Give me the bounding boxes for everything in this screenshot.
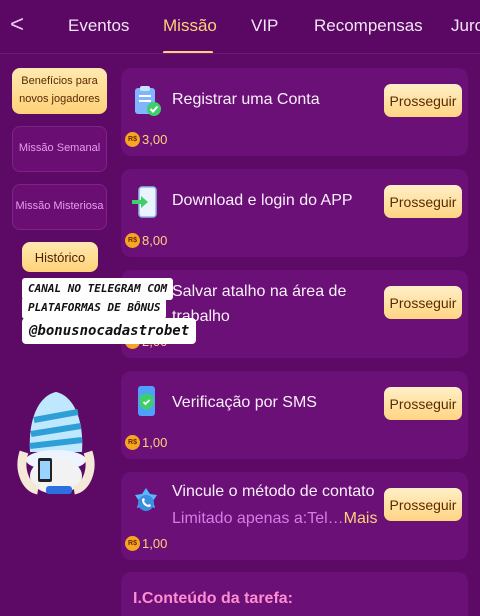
sidebar-item-mystery-mission[interactable]: Missão Misteriosa <box>12 184 107 230</box>
history-label: Histórico <box>34 249 86 265</box>
reward-amount: R$ 8,00 <box>125 233 167 248</box>
section-title: I.Conteúdo da tarefa: <box>133 590 294 607</box>
task-content-section: I.Conteúdo da tarefa: <box>121 572 468 616</box>
task-title: Registrar uma Conta <box>172 91 320 108</box>
tab-juros[interactable]: Juro <box>451 16 480 36</box>
task-title: Vincule o método de contato <box>172 483 375 500</box>
proceed-label: Prosseguir <box>389 92 457 109</box>
telegram-handle-sticker: @bonusnocadastrobet <box>22 318 197 344</box>
clipboard-check-icon <box>135 86 161 116</box>
reward-amount: R$ 1,00 <box>125 536 167 551</box>
proceed-label: Prosseguir <box>389 193 457 210</box>
phone-download-icon <box>132 186 157 218</box>
proceed-label: Prosseguir <box>389 395 457 412</box>
task-card-download: Download e login do APP Prosseguir R$ 8,… <box>121 169 468 257</box>
proceed-button[interactable]: Prosseguir <box>384 387 462 420</box>
sidebar-item-new-players[interactable]: Benefícios para novos jogadores <box>12 68 107 114</box>
tab-missao[interactable]: Missão <box>163 16 217 36</box>
reward-amount: R$ 3,00 <box>125 132 167 147</box>
task-title: Verificação por SMS <box>172 394 317 411</box>
reward-value: 1,00 <box>142 536 168 551</box>
proceed-button[interactable]: Prosseguir <box>384 185 462 218</box>
reward-value: 8,00 <box>142 233 168 248</box>
sidebar-item-label: Missão Semanal <box>18 142 101 155</box>
task-card-register: Registrar uma Conta Prosseguir R$ 3,00 <box>121 68 468 156</box>
reward-amount: R$ 1,00 <box>125 435 167 450</box>
coin-icon: R$ <box>125 233 140 248</box>
back-arrow-icon[interactable]: < <box>10 12 32 38</box>
task-card-contact: Vincule o método de contato Limitado ape… <box>121 472 468 560</box>
gnome-mascot-icon <box>17 392 95 495</box>
reward-value: 1,00 <box>142 435 168 450</box>
limit-text: Limitado apenas a:Tel… <box>172 510 344 527</box>
coin-icon: R$ <box>125 435 140 450</box>
contact-phone-icon <box>135 488 157 511</box>
shield-phone-icon <box>138 386 155 416</box>
reward-value: 3,00 <box>142 132 168 147</box>
proceed-button[interactable]: Prosseguir <box>384 488 462 521</box>
task-subtitle: Limitado apenas a:Tel…Mais <box>172 510 377 528</box>
task-card-sms: Verificação por SMS Prosseguir R$ 1,00 <box>121 371 468 459</box>
history-button[interactable]: Histórico <box>22 242 98 272</box>
sidebar-item-label: Missão Misteriosa <box>15 200 104 213</box>
task-card-shortcut: Salvar atalho na área de trabalho Prosse… <box>121 270 468 358</box>
task-title: Salvar atalho na área de trabalho <box>172 283 347 325</box>
active-tab-indicator <box>163 51 213 53</box>
proceed-button[interactable]: Prosseguir <box>384 286 462 319</box>
tab-recompensas[interactable]: Recompensas <box>314 16 423 36</box>
sidebar-item-weekly-mission[interactable]: Missão Semanal <box>12 126 107 172</box>
coin-icon: R$ <box>125 536 140 551</box>
top-nav-bar: < Eventos Missão VIP Recompensas Juro <box>0 0 480 54</box>
task-title: Download e login do APP <box>172 192 353 209</box>
proceed-button[interactable]: Prosseguir <box>384 84 462 117</box>
telegram-sticker-line2: PLATAFORMAS DE BÔNUS <box>22 297 167 319</box>
more-link[interactable]: Mais <box>344 510 378 527</box>
tab-vip[interactable]: VIP <box>251 16 278 36</box>
proceed-label: Prosseguir <box>389 496 457 513</box>
proceed-label: Prosseguir <box>389 294 457 311</box>
sidebar-item-label: Benefícios para novos jogadores <box>19 75 100 105</box>
coin-icon: R$ <box>125 132 140 147</box>
tab-eventos[interactable]: Eventos <box>68 16 129 36</box>
